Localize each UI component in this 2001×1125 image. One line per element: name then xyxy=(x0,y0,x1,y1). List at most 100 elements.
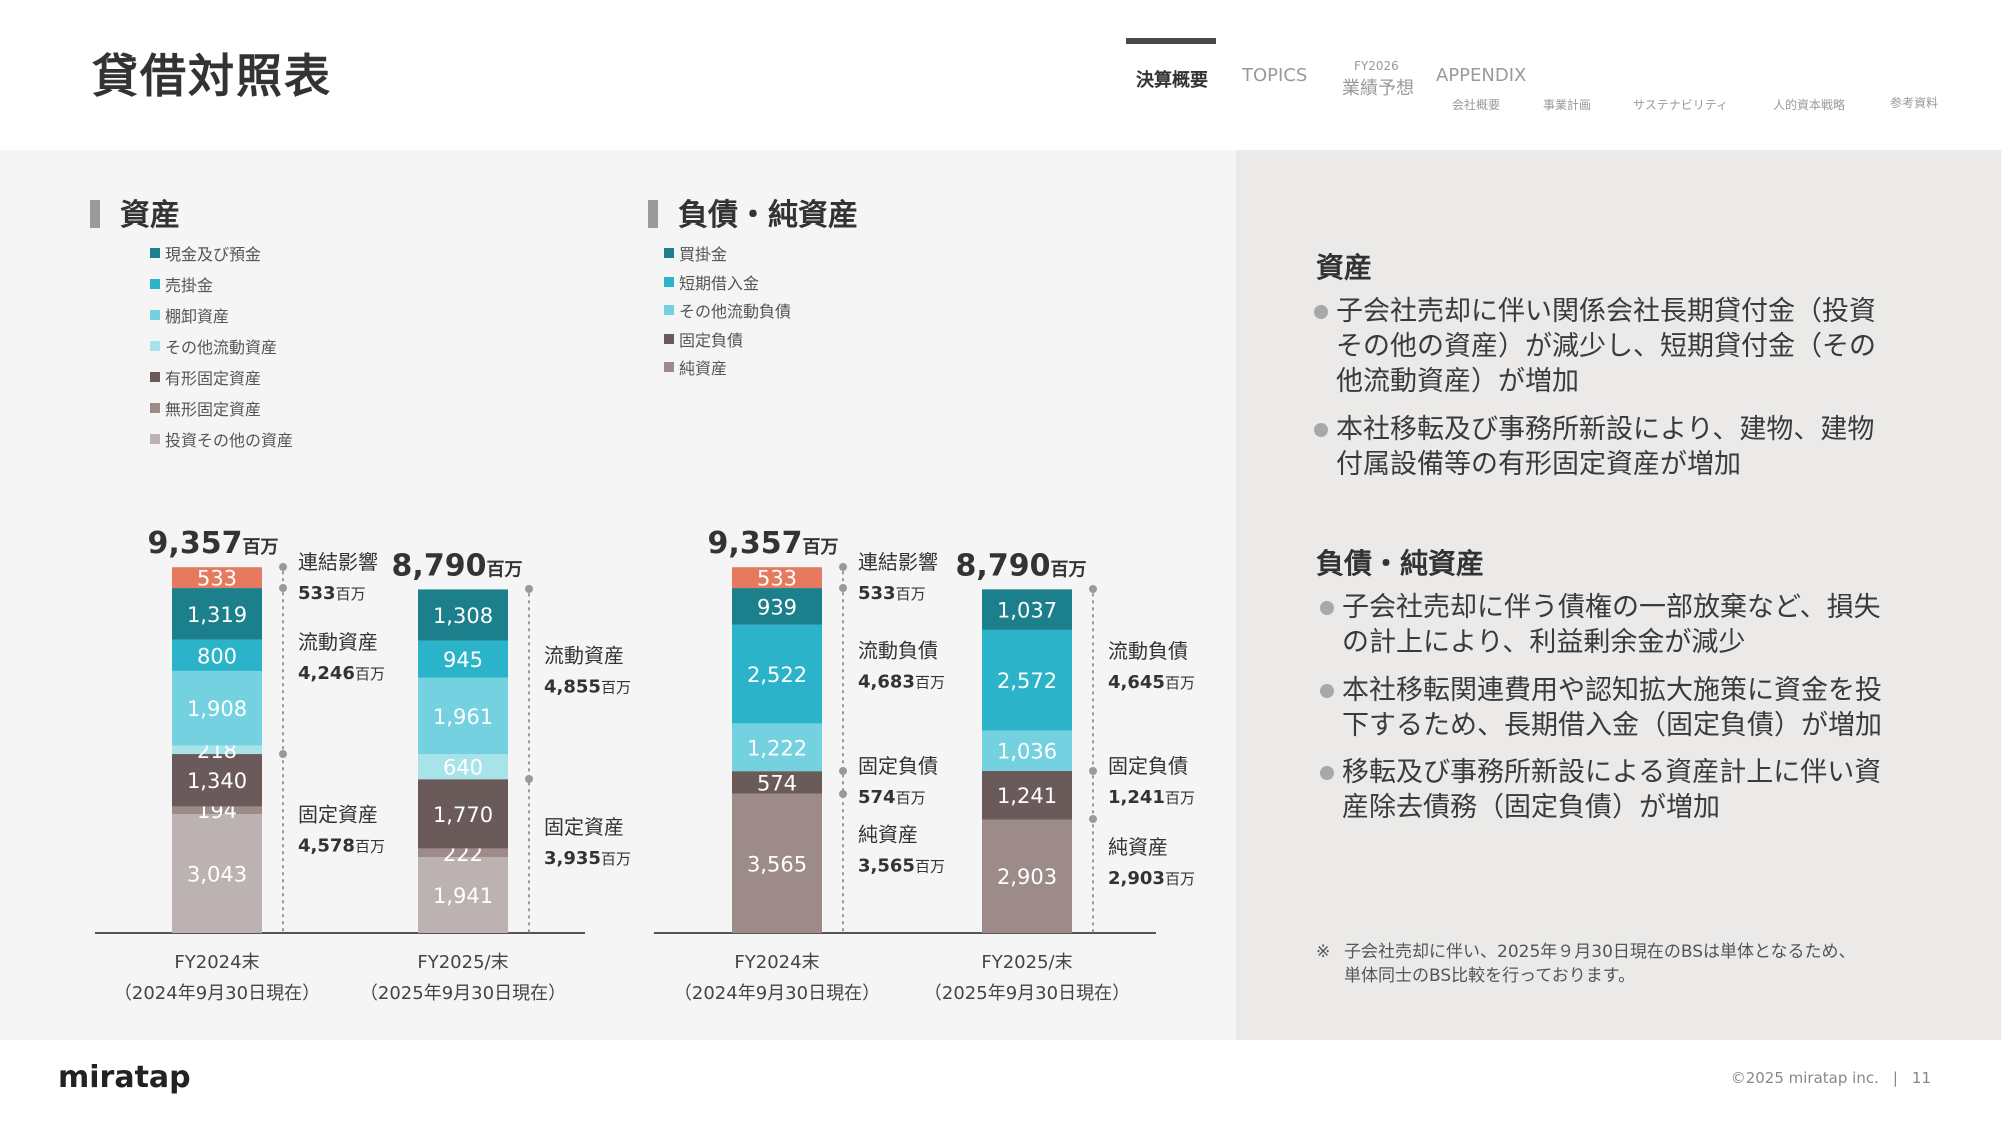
bracket-dot xyxy=(279,750,287,758)
bracket-value: 1,241百万 xyxy=(1108,787,1195,808)
tab-forecast[interactable]: 業績予想 xyxy=(1342,74,1414,100)
bracket-dot xyxy=(279,584,287,592)
bracket-value: 4,578百万 xyxy=(298,836,385,857)
commentary-panel: 資産 子会社売却に伴い関係会社長期貸付金（投資 その他の資産）が減少し、短期貸付… xyxy=(1236,150,2001,1040)
total-label: 9,357百万 xyxy=(148,526,279,561)
x-tick-sublabel: （2025年9月30日現在） xyxy=(360,983,566,1004)
bracket-label: 固定負債 xyxy=(858,754,938,778)
data-label: 1,961 xyxy=(433,705,493,729)
bracket-value-number: 2,903 xyxy=(1108,868,1165,889)
data-label: 1,241 xyxy=(997,784,1057,808)
bracket-value-unit: 百万 xyxy=(601,678,631,696)
footer-separator: | xyxy=(1892,1069,1898,1087)
bracket-value-unit: 百万 xyxy=(915,674,945,692)
data-label: 640 xyxy=(443,756,483,780)
bracket-dot xyxy=(279,563,287,571)
total-unit: 百万 xyxy=(802,537,838,558)
bullet-dot-icon xyxy=(1314,305,1328,319)
bracket-value-number: 574 xyxy=(858,787,896,808)
tab-sustainability[interactable]: サステナビリティ xyxy=(1633,96,1728,113)
bracket-value: 574百万 xyxy=(858,787,926,808)
bracket-dot xyxy=(839,563,847,571)
bracket-value-number: 4,246 xyxy=(298,663,355,684)
bracket-dot xyxy=(1089,767,1097,775)
note-mark: ※ xyxy=(1316,942,1331,962)
data-label: 574 xyxy=(757,771,797,795)
bracket-value-unit: 百万 xyxy=(896,585,926,603)
bracket-value: 4,645百万 xyxy=(1108,672,1195,693)
liab-bullet-1: 子会社売却に伴う債権の一部放棄など、損失 の計上により、利益剰余金が減少 xyxy=(1320,590,1881,660)
bracket-value-number: 533 xyxy=(858,583,896,604)
bracket-value-number: 533 xyxy=(298,583,336,604)
footer: ©2025 miratap inc. | 11 xyxy=(1731,1069,1931,1087)
bracket-label: 固定負債 xyxy=(1108,754,1188,778)
data-label: 3,565 xyxy=(747,852,807,876)
bracket-value-number: 1,241 xyxy=(1108,787,1165,808)
bracket-value-unit: 百万 xyxy=(915,857,945,875)
total-value: 8,790 xyxy=(956,548,1051,583)
liab-bullet-3: 移転及び事務所新設による資産計上に伴い資 産除去債務（固定負債）が増加 xyxy=(1320,755,1881,825)
tab-topics[interactable]: TOPICS xyxy=(1242,65,1307,86)
assets-bullet-2: 本社移転及び事務所新設により、建物、建物 付属設備等の有形固定資産が増加 xyxy=(1314,412,1874,482)
data-label: 2,903 xyxy=(997,865,1057,889)
bullet-dot-icon xyxy=(1320,684,1334,698)
company-logo: miratap xyxy=(58,1060,191,1095)
data-label: 1,036 xyxy=(997,740,1057,764)
assets-bullet-1: 子会社売却に伴い関係会社長期貸付金（投資 その他の資産）が減少し、短期貸付金（そ… xyxy=(1314,294,1876,399)
data-label: 1,340 xyxy=(187,769,247,793)
bracket-dot xyxy=(525,585,533,593)
tab-human-capital[interactable]: 人的資本戦略 xyxy=(1773,96,1845,113)
balance-sheet-charts: 3,0431941,3402181,9088001,3195339,357百万F… xyxy=(95,526,1195,1004)
bracket-dot xyxy=(1089,585,1097,593)
bracket-value: 533百万 xyxy=(298,583,366,604)
bracket-label: 流動負債 xyxy=(858,639,938,663)
x-tick-label: FY2024末 xyxy=(734,952,819,973)
data-label: 2,522 xyxy=(747,663,807,687)
data-label: 945 xyxy=(443,648,483,672)
total-unit: 百万 xyxy=(1050,559,1086,580)
bracket-label: 固定資産 xyxy=(298,803,378,827)
total-unit: 百万 xyxy=(486,559,522,580)
bracket-value: 4,246百万 xyxy=(298,663,385,684)
tab-business-plan[interactable]: 事業計画 xyxy=(1543,96,1591,113)
liab-bullet-2: 本社移転関連費用や認知拡大施策に資金を投 下するため、長期借入金（固定負債）が増… xyxy=(1320,673,1882,743)
data-label: 3,043 xyxy=(187,863,247,887)
bracket-dot xyxy=(1089,815,1097,823)
liab-commentary-title: 負債・純資産 xyxy=(1316,547,1485,580)
data-label: 1,308 xyxy=(433,604,493,628)
data-label: 2,572 xyxy=(997,669,1057,693)
tab-references[interactable]: 参考資料 xyxy=(1890,94,1938,111)
data-label: 1,222 xyxy=(747,736,807,760)
bracket-label: 連結影響 xyxy=(858,550,938,574)
data-label: 1,941 xyxy=(433,884,493,908)
page-number: 11 xyxy=(1911,1069,1931,1087)
data-label: 939 xyxy=(757,595,797,619)
data-label: 1,037 xyxy=(997,599,1057,623)
x-tick-sublabel: （2025年9月30日現在） xyxy=(924,983,1130,1004)
bracket-dot xyxy=(525,775,533,783)
total-value: 9,357 xyxy=(708,526,803,561)
bullet-dot-icon xyxy=(1320,601,1334,615)
bracket-value-number: 3,935 xyxy=(544,848,601,869)
assets-commentary-title: 資産 xyxy=(1316,251,1373,284)
x-tick-sublabel: （2024年9月30日現在） xyxy=(674,983,880,1004)
bullet-dot-icon xyxy=(1320,766,1334,780)
bullet-dot-icon xyxy=(1314,423,1328,437)
bracket-value: 4,683百万 xyxy=(858,672,945,693)
bracket-label: 流動資産 xyxy=(298,630,378,654)
bracket-value: 2,903百万 xyxy=(1108,868,1195,889)
bracket-label: 流動資産 xyxy=(544,643,624,667)
bracket-value: 3,565百万 xyxy=(858,855,945,876)
bracket-value-unit: 百万 xyxy=(355,665,385,683)
bracket-value-number: 4,645 xyxy=(1108,672,1165,693)
bracket-value-unit: 百万 xyxy=(601,850,631,868)
total-label: 8,790百万 xyxy=(392,548,523,583)
tab-forecast-year[interactable]: FY2026 xyxy=(1354,59,1399,73)
bracket-dot xyxy=(839,584,847,592)
bracket-value-unit: 百万 xyxy=(1165,789,1195,807)
bracket-value: 533百万 xyxy=(858,583,926,604)
tab-appendix[interactable]: APPENDIX xyxy=(1436,65,1526,86)
tab-company-overview[interactable]: 会社概要 xyxy=(1452,96,1500,113)
data-label: 1,770 xyxy=(433,803,493,827)
bracket-label: 連結影響 xyxy=(298,550,378,574)
